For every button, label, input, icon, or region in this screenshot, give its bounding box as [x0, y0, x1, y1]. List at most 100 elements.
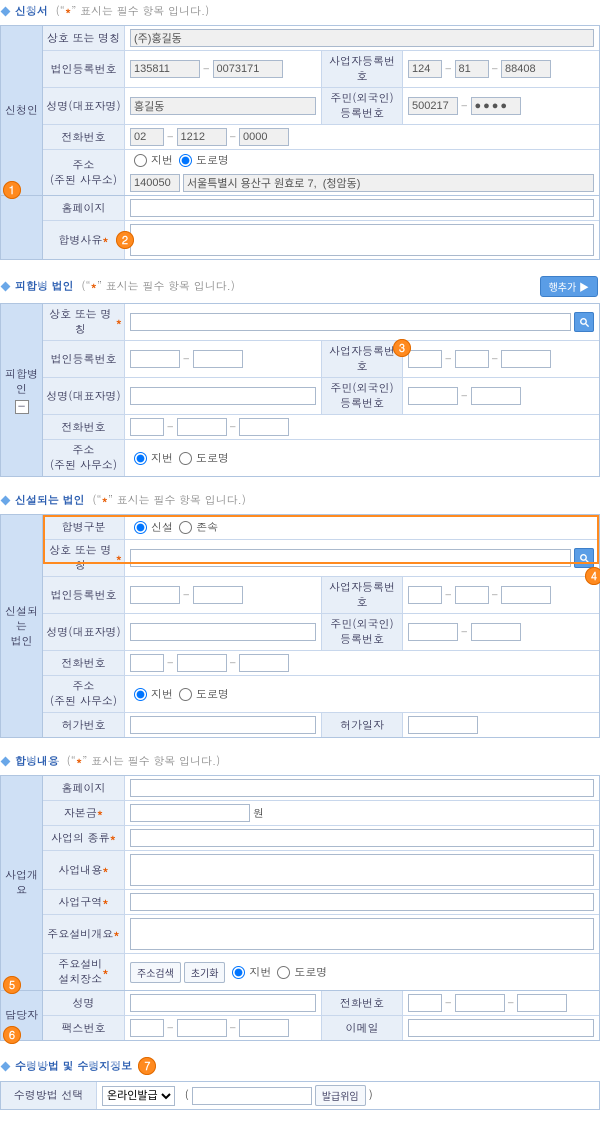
tel-1[interactable] [130, 128, 164, 146]
newcorp-company-name[interactable] [130, 549, 571, 567]
label-name: 성명 [43, 991, 125, 1015]
unit-won: 원 [253, 806, 264, 821]
contact-tel-3[interactable] [517, 994, 567, 1012]
biz-no-2[interactable] [455, 60, 489, 78]
recv-extra-input[interactable] [192, 1087, 312, 1105]
label-biz-type: 사업의 종류* [43, 826, 125, 850]
label-address: 주소 (주된 사무소) [43, 440, 125, 476]
marker-3: 3 [393, 339, 411, 357]
radio-jibun[interactable] [134, 452, 147, 465]
recv-method-select[interactable]: 온라인발급 [102, 1086, 175, 1106]
label-company-name: 상호 또는 명칭* [43, 304, 125, 340]
radio-road[interactable] [179, 688, 192, 701]
radio-jibun[interactable] [134, 688, 147, 701]
contact-tel-2[interactable] [455, 994, 505, 1012]
merged-company-name[interactable] [130, 313, 571, 331]
biz-content-textarea[interactable] [130, 854, 594, 886]
sidebar-merged: 피합병인 − [1, 304, 43, 476]
tel-2[interactable] [177, 128, 227, 146]
new-ceo[interactable] [130, 623, 316, 641]
sidebar-newcorp: 신설되는 법인 [1, 515, 43, 737]
homepage-input[interactable] [130, 199, 594, 217]
label-rrn: 주민(외국인) 등록번호 [321, 378, 403, 414]
merged-corp-1[interactable] [130, 350, 180, 368]
merged-rrn-2[interactable] [471, 387, 521, 405]
section-title-merge-content: 합병내용 (“*” 표시는 필수 항목 입니다.) [0, 750, 600, 775]
radio-merge-cont[interactable] [179, 521, 192, 534]
new-tel-3[interactable] [239, 654, 289, 672]
corp-no-1[interactable] [130, 60, 200, 78]
capital-input[interactable] [130, 804, 250, 822]
label-ceo-name: 성명(대표자명) [43, 378, 125, 414]
radio-jibun[interactable] [134, 154, 147, 167]
search-button[interactable] [574, 312, 594, 332]
biz-type-input[interactable] [130, 829, 594, 847]
merged-tel-3[interactable] [239, 418, 289, 436]
merged-corp-2[interactable] [193, 350, 243, 368]
biz-no-1[interactable] [408, 60, 442, 78]
new-biz-1[interactable] [408, 586, 442, 604]
radio-jibun[interactable] [232, 966, 245, 979]
merged-rrn-1[interactable] [408, 387, 458, 405]
section-title-text: 합병내용 [15, 754, 59, 769]
label-merge-reason: 합병사유* 2 [43, 221, 125, 259]
reset-button[interactable]: 초기화 [184, 962, 226, 983]
contact-tel-1[interactable] [408, 994, 442, 1012]
new-biz-3[interactable] [501, 586, 551, 604]
biz-area-input[interactable] [130, 893, 594, 911]
corp-no-2[interactable] [213, 60, 283, 78]
collapse-toggle[interactable]: − [15, 400, 29, 414]
new-corp-2[interactable] [193, 586, 243, 604]
new-biz-2[interactable] [455, 586, 489, 604]
fax-1[interactable] [130, 1019, 164, 1037]
label-ceo-name: 성명(대표자명) [43, 88, 125, 124]
new-tel-2[interactable] [177, 654, 227, 672]
radio-road[interactable] [277, 966, 290, 979]
tel-3[interactable] [239, 128, 289, 146]
zip-input[interactable] [130, 174, 180, 192]
search-button[interactable] [574, 548, 594, 568]
add-row-button[interactable]: 행추가 ▶ [540, 276, 598, 297]
merged-biz-1[interactable] [408, 350, 442, 368]
merged-ceo[interactable] [130, 387, 316, 405]
marker-7: 7 [138, 1057, 156, 1075]
section-title-text: 신청서 [15, 4, 48, 19]
label-phone: 전화번호 [43, 651, 125, 675]
label-biz-reg-no: 사업자등록번호 [321, 51, 403, 87]
merged-biz-3[interactable] [501, 350, 551, 368]
radio-road[interactable] [179, 452, 192, 465]
rrn-2[interactable] [471, 97, 521, 115]
biz-no-3[interactable] [501, 60, 551, 78]
merged-tel-2[interactable] [177, 418, 227, 436]
label-company-name: 상호 또는 명칭* [43, 540, 125, 576]
paren-open: ( [185, 1088, 189, 1103]
facility-overview-textarea[interactable] [130, 918, 594, 950]
company-name-input[interactable] [130, 29, 594, 47]
radio-merge-new[interactable] [134, 521, 147, 534]
bullet-icon [1, 1061, 11, 1071]
label-corp-reg-no: 법인등록번호 [43, 341, 125, 377]
rrn-1[interactable] [408, 97, 458, 115]
fax-3[interactable] [239, 1019, 289, 1037]
merged-tel-1[interactable] [130, 418, 164, 436]
addr-input[interactable] [183, 174, 594, 192]
permit-no-input[interactable] [130, 716, 316, 734]
ceo-name-input[interactable] [130, 97, 316, 115]
radio-road[interactable] [179, 154, 192, 167]
label-recv-method: 수령방법 선택 [1, 1082, 97, 1109]
issue-confirm-button[interactable]: 발급위임 [315, 1085, 366, 1106]
fax-2[interactable] [177, 1019, 227, 1037]
mc-homepage[interactable] [130, 779, 594, 797]
contact-name[interactable] [130, 994, 316, 1012]
permit-date-input[interactable] [408, 716, 478, 734]
label-homepage: 홈페이지 [43, 776, 125, 800]
merge-reason-textarea[interactable] [130, 224, 594, 256]
new-tel-1[interactable] [130, 654, 164, 672]
addr-search-button[interactable]: 주소검색 [130, 962, 181, 983]
new-rrn-1[interactable] [408, 623, 458, 641]
merged-biz-2[interactable] [455, 350, 489, 368]
new-corp-1[interactable] [130, 586, 180, 604]
new-rrn-2[interactable] [471, 623, 521, 641]
email-input[interactable] [408, 1019, 594, 1037]
label-biz-reg-no: 사업자등록번호 [321, 577, 403, 613]
